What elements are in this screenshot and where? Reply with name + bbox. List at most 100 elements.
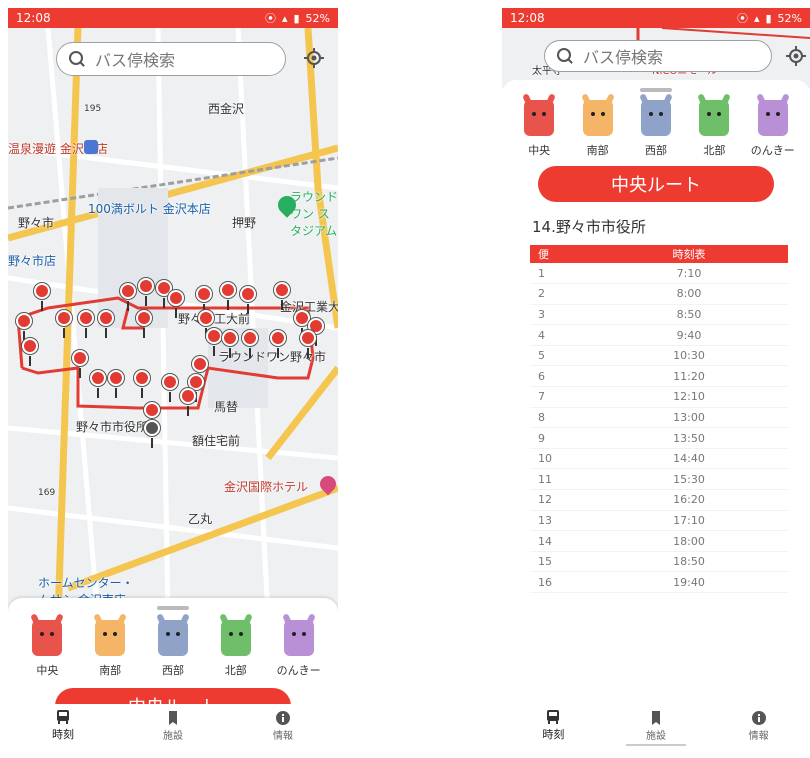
area-label: 中央 xyxy=(528,144,551,157)
seibu-mascot-icon xyxy=(640,100,671,136)
route-button[interactable]: 中央ルート xyxy=(538,166,774,202)
bus-stop-marker[interactable] xyxy=(120,283,136,311)
search-icon xyxy=(69,51,85,67)
bus-stop-marker[interactable] xyxy=(56,310,72,338)
table-row: 2 8:00 xyxy=(530,283,788,305)
bus-stop-search[interactable]: バス停検索 xyxy=(544,40,772,72)
departure-time: 15:30 xyxy=(590,468,788,491)
nav-info[interactable]: 情報 xyxy=(719,710,799,742)
my-location-icon[interactable] xyxy=(302,46,326,70)
info-icon xyxy=(276,710,290,725)
area-hokubu[interactable]: 北部 xyxy=(686,100,742,158)
bus-icon xyxy=(57,710,69,724)
trip-number: 6 xyxy=(530,365,590,388)
my-location-icon[interactable] xyxy=(784,44,808,68)
area-chuo[interactable]: 中央 xyxy=(511,100,567,158)
bus-stop-search[interactable]: バス停検索 xyxy=(56,42,286,76)
departure-time: 10:30 xyxy=(590,345,788,367)
route-number-label: 169 xyxy=(38,488,56,498)
bus-stop-marker[interactable] xyxy=(168,290,184,318)
bus-stop-marker[interactable] xyxy=(180,388,196,416)
table-row: 8 13:00 xyxy=(530,407,788,429)
departure-time: 8:50 xyxy=(590,304,788,326)
bus-stop-marker[interactable] xyxy=(16,313,32,341)
departure-time: 19:40 xyxy=(590,571,788,593)
nanbu-mascot-icon xyxy=(582,100,613,136)
area-nonki[interactable]: のんきー xyxy=(745,100,801,158)
nav-timetable[interactable]: 時刻 xyxy=(23,710,103,742)
area-selector: 中央 南部 西部 北部 のんきー xyxy=(502,92,810,158)
bus-stop-marker[interactable] xyxy=(138,278,154,306)
column-header: 時刻表 xyxy=(590,245,788,263)
selected-bus-stop-marker[interactable] xyxy=(144,420,160,448)
chuo-mascot-icon xyxy=(524,100,555,136)
bus-stop-marker[interactable] xyxy=(198,310,214,338)
bus-stop-marker[interactable] xyxy=(72,350,88,378)
route-map[interactable]: バス停検索 西金沢 温泉漫遊 金沢本店 100満ボルト 金沢本店 ラウンドワン … xyxy=(8,28,338,618)
home-indicator[interactable] xyxy=(626,744,686,746)
bus-stop-marker[interactable] xyxy=(300,330,316,358)
bus-stop-marker[interactable] xyxy=(98,310,114,338)
bus-stop-marker[interactable] xyxy=(108,370,124,398)
bus-stop-marker[interactable] xyxy=(22,338,38,366)
area-nanbu[interactable]: 南部 xyxy=(82,620,138,678)
area-chuo[interactable]: 中央 xyxy=(19,620,75,678)
nav-facilities[interactable]: 施設 xyxy=(133,710,213,742)
timetable-body: 1 7:10 2 8:00 3 8:50 4 9:40 5 10:30 6 11:20 7 12:10 8 1… xyxy=(530,263,788,593)
nav-label: 時刻 xyxy=(542,728,565,741)
signal-icon: ▴ xyxy=(281,11,288,25)
area-nonki[interactable]: のんきー xyxy=(271,620,327,678)
nav-timetable[interactable]: 時刻 xyxy=(513,710,593,742)
map-label: 乙丸 xyxy=(188,512,213,526)
map-label: 額住宅前 xyxy=(192,434,241,448)
chuo-mascot-icon xyxy=(32,620,63,656)
table-row: 6 11:20 xyxy=(530,365,788,388)
info-icon xyxy=(751,710,766,725)
nav-label: 情報 xyxy=(273,730,293,742)
battery-level: 52% xyxy=(777,11,802,25)
route-number-label: 195 xyxy=(84,104,102,114)
bus-stop-marker[interactable] xyxy=(242,330,258,358)
trip-number: 12 xyxy=(530,489,590,511)
bus-stop-marker[interactable] xyxy=(78,310,94,338)
bus-stop-marker[interactable] xyxy=(274,282,290,310)
nav-info[interactable]: 情報 xyxy=(243,710,323,742)
bus-stop-marker[interactable] xyxy=(144,402,160,430)
map-screen: 12:08 ⦿ ▴ ▮ 52% バス停検索 西金沢 温泉漫遊 金沢本店 100満… xyxy=(8,8,338,748)
area-label: 中央 xyxy=(36,664,59,677)
bookmark-icon xyxy=(651,710,660,725)
bus-stop-marker[interactable] xyxy=(192,356,208,384)
bus-stop-marker[interactable] xyxy=(222,330,238,358)
bus-stop-marker[interactable] xyxy=(196,286,212,314)
bus-stop-marker[interactable] xyxy=(162,374,178,402)
area-label: 北部 xyxy=(224,664,247,677)
hokubu-mascot-icon xyxy=(220,620,251,656)
table-row: 11 15:30 xyxy=(530,468,788,491)
shop-poi-icon xyxy=(84,140,98,154)
bus-stop-marker[interactable] xyxy=(240,286,256,314)
map-label: 馬替 xyxy=(214,400,239,414)
nonki-mascot-icon xyxy=(283,620,314,656)
area-nanbu[interactable]: 南部 xyxy=(570,100,626,158)
departure-time: 18:00 xyxy=(590,530,788,552)
bus-stop-marker[interactable] xyxy=(270,330,286,358)
map-preview[interactable]: 太平寺 NICOニモール バス停検索 xyxy=(502,28,810,88)
nav-facilities[interactable]: 施設 xyxy=(616,710,696,742)
bus-stop-marker[interactable] xyxy=(34,283,50,311)
signal-icon: ▴ xyxy=(753,11,760,25)
area-hokubu[interactable]: 北部 xyxy=(208,620,264,678)
area-label: のんきー xyxy=(276,664,321,677)
timetable-screen: 12:08 ⦿ ▴ ▮ 52% 太平寺 NICOニモール バス停検索 xyxy=(502,8,810,748)
bus-stop-marker[interactable] xyxy=(206,328,222,356)
nonki-mascot-icon xyxy=(757,100,788,136)
status-bar: 12:08 ⦿ ▴ ▮ 52% xyxy=(502,8,810,28)
departure-time: 14:40 xyxy=(590,448,788,470)
departure-time: 13:00 xyxy=(590,407,788,429)
bus-stop-marker[interactable] xyxy=(90,370,106,398)
bus-stop-marker[interactable] xyxy=(220,282,236,310)
table-row: 15 18:50 xyxy=(530,551,788,573)
bus-stop-marker[interactable] xyxy=(134,370,150,398)
area-seibu[interactable]: 西部 xyxy=(145,620,201,678)
area-seibu[interactable]: 西部 xyxy=(628,100,684,158)
bus-stop-marker[interactable] xyxy=(136,310,152,338)
